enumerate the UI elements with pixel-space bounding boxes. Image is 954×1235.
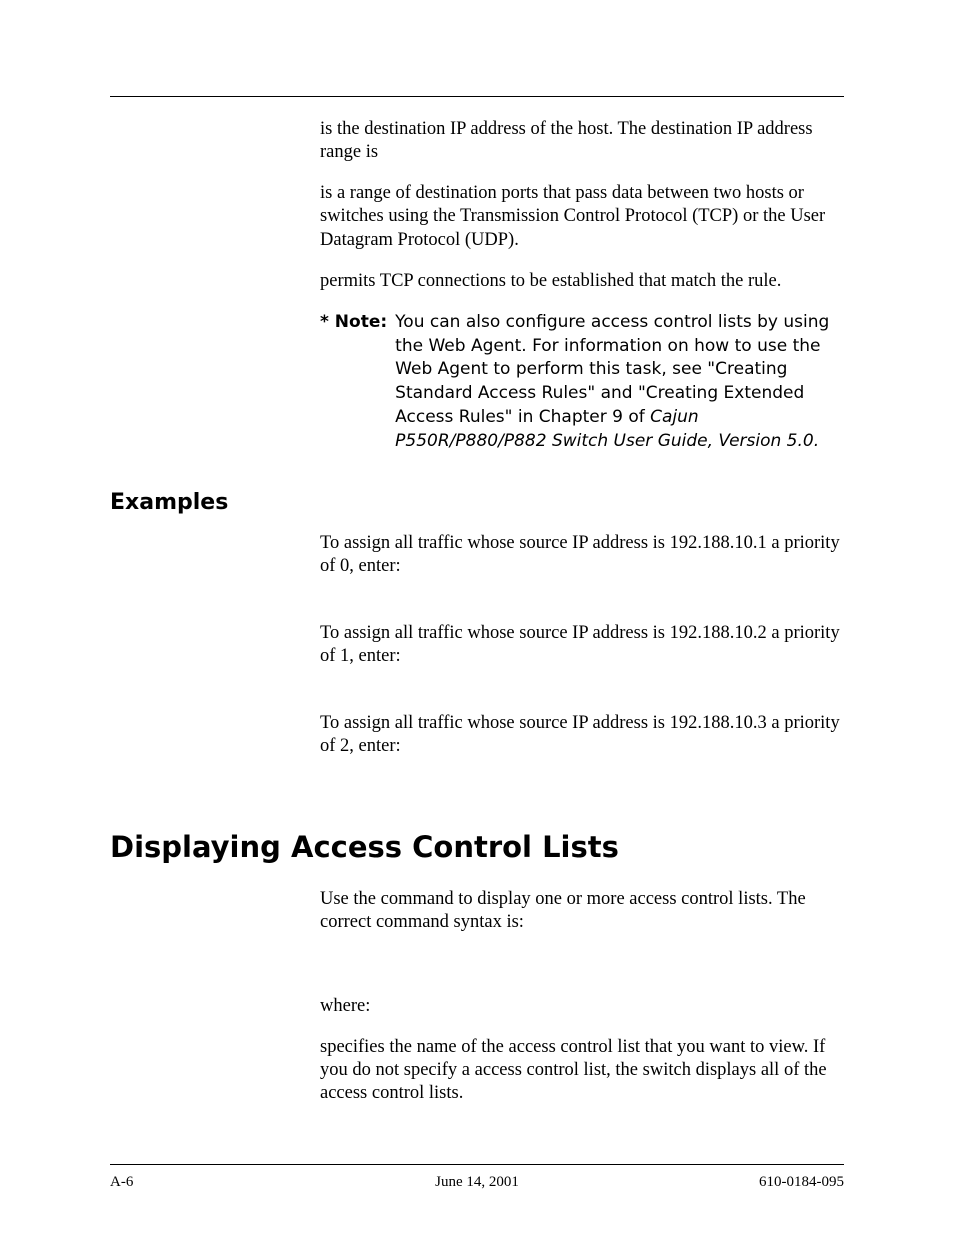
footer-center: June 14, 2001 (110, 1174, 844, 1191)
paragraph-permits-tcp: permits TCP connections to be establishe… (320, 270, 844, 293)
note-block: * Note: You can also configure access co… (320, 311, 844, 454)
example-3: To assign all traffic whose source IP ad… (320, 712, 844, 758)
examples-row: Examples To assign all traffic whose sou… (110, 490, 844, 777)
footer-left: A-6 (110, 1174, 133, 1191)
body-column: is the destination IP address of the hos… (320, 118, 844, 464)
where-label: where: (320, 995, 844, 1018)
note-text-main: You can also configure access control li… (395, 312, 829, 427)
display-intro: Use the command to display one or more a… (320, 888, 844, 934)
examples-body: To assign all traffic whose source IP ad… (320, 490, 844, 777)
paragraph-dest-port-range: is a range of destination ports that pas… (320, 182, 844, 251)
example-2: To assign all traffic whose source IP ad… (320, 622, 844, 668)
content-area: is the destination IP address of the hos… (110, 118, 844, 1123)
display-intro-a: Use the (320, 889, 381, 909)
section-title: Displaying Access Control Lists (110, 830, 844, 864)
display-intro-b: command to display one or more access co… (320, 889, 806, 932)
spacer (110, 776, 844, 802)
spacer (320, 596, 844, 622)
bottom-rule (110, 1164, 844, 1165)
footer-right: 610-0184-095 (759, 1174, 844, 1191)
page: is the destination IP address of the hos… (0, 0, 954, 1235)
paragraph-dest-ip-text: is the destination IP address of the hos… (320, 119, 813, 162)
note-line: * Note: You can also configure access co… (320, 311, 844, 454)
display-row: Use the command to display one or more a… (110, 888, 844, 1123)
example-1: To assign all traffic whose source IP ad… (320, 532, 844, 578)
spacer (320, 686, 844, 712)
paragraph-dest-ip: is the destination IP address of the hos… (320, 118, 844, 164)
display-body: Use the command to display one or more a… (320, 888, 844, 1123)
where-text: specifies the name of the access control… (320, 1037, 827, 1103)
paragraph-permits-tcp-text: permits TCP connections to be establishe… (320, 271, 781, 291)
top-rule (110, 96, 844, 97)
spacer (320, 490, 844, 532)
note-label: * Note: (320, 311, 387, 335)
examples-heading: Examples (110, 490, 320, 515)
paragraph-dest-port-range-text: is a range of destination ports that pas… (320, 183, 825, 249)
left-stub: Examples (110, 490, 320, 515)
spacer (110, 464, 844, 490)
spacer (320, 953, 844, 995)
body-row: is the destination IP address of the hos… (110, 118, 844, 464)
note-text: You can also configure access control li… (395, 311, 844, 454)
page-footer: A-6 June 14, 2001 610-0184-095 (110, 1174, 844, 1191)
where-text-paragraph: specifies the name of the access control… (320, 1036, 844, 1105)
